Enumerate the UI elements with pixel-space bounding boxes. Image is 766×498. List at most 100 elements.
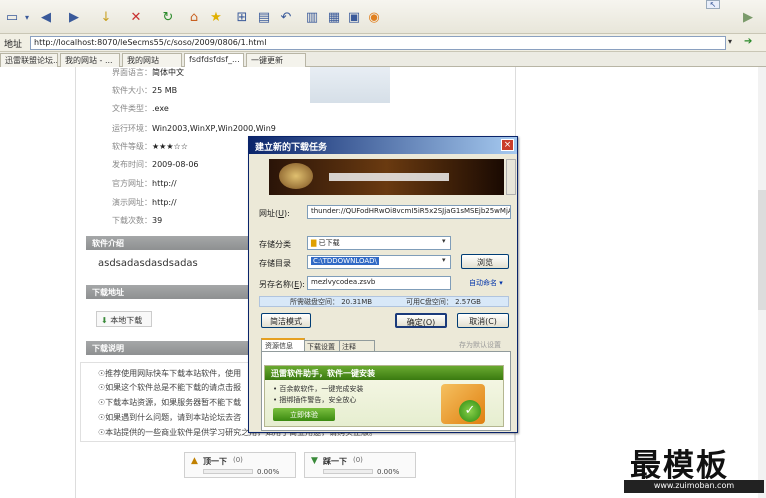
forward-icon[interactable]: ▶ bbox=[66, 8, 82, 27]
layout-icon[interactable]: ▦ bbox=[326, 8, 342, 27]
section-download-header: 下载地址 bbox=[86, 285, 256, 299]
vote-up-count: (0) bbox=[233, 456, 243, 464]
history-icon[interactable]: ⊞ bbox=[234, 8, 250, 27]
home-icon[interactable]: ⌂ bbox=[186, 8, 202, 27]
vote-down-percent: 0.00% bbox=[377, 468, 400, 476]
folder-icon: ▇ bbox=[311, 239, 317, 247]
refresh-icon[interactable]: ↻ bbox=[160, 8, 176, 27]
save-as-label: 另存名称(E): bbox=[259, 279, 305, 290]
set-default-link[interactable]: 存为默认设置 bbox=[459, 340, 501, 350]
tab-bar: 迅雷联盟论坛... 我的网站 - ... 我的网站 fsdfdsfdsf_...… bbox=[0, 52, 766, 67]
promo-item: • 捆绑插件警告，安全放心 bbox=[273, 396, 357, 404]
tab-1[interactable]: 迅雷联盟论坛... bbox=[0, 53, 58, 67]
info-row-site: 官方网址：http:// bbox=[112, 178, 177, 189]
save-as-input[interactable]: mezlvycodea.zsvb bbox=[307, 276, 451, 290]
save-as-label-text: 另存名称( bbox=[259, 280, 295, 289]
vote-up-box[interactable]: ▲ 顶一下 (0) 0.00% bbox=[184, 452, 296, 478]
info-value: 2009-08-06 bbox=[152, 160, 199, 169]
promo-panel: 迅雷软件助手，软件一键安装 • 百余款软件，一键完成安装 • 捆绑插件警告，安全… bbox=[264, 365, 504, 427]
info-label: 界面语言： bbox=[112, 68, 152, 77]
category-value: 已下载 bbox=[318, 239, 340, 247]
auto-name-link[interactable]: 自动命名 ▾ bbox=[469, 278, 503, 288]
software-thumbnail bbox=[310, 67, 390, 103]
category-label: 存储分类 bbox=[259, 240, 291, 249]
rss-icon[interactable]: ◉ bbox=[366, 8, 382, 27]
new-download-dialog: 建立新的下载任务 × 网址(U): thunder://QUFodHRwOi8v… bbox=[248, 136, 518, 433]
chevron-down-icon[interactable]: ▾ bbox=[442, 256, 446, 264]
simple-mode-button[interactable]: 简洁模式 bbox=[261, 313, 311, 328]
info-row-downloads: 下载次数：39 bbox=[112, 215, 162, 226]
tab-resource-info[interactable]: 资源信息 bbox=[261, 338, 305, 351]
page-icon[interactable]: ▭ bbox=[4, 8, 20, 27]
info-value: .exe bbox=[152, 104, 169, 113]
free-space: 可用C盘空间： 2.57GB bbox=[406, 298, 481, 306]
tab-4[interactable]: fsdfdsfdsf_... bbox=[184, 53, 244, 67]
cancel-button[interactable]: 取消(C) bbox=[457, 313, 509, 328]
tab-notes[interactable]: 注释（空） bbox=[339, 340, 375, 361]
browse-button[interactable]: 浏览 bbox=[461, 254, 509, 269]
chevron-down-icon: ▾ bbox=[499, 279, 503, 287]
back-icon[interactable]: ◀ bbox=[38, 8, 54, 27]
ad-banner[interactable] bbox=[269, 159, 504, 195]
tab-3[interactable]: 我的网站 bbox=[122, 53, 182, 67]
play-icon[interactable]: ▶ bbox=[740, 8, 756, 27]
url-text: http://localhost:8070/leSecms55/c/soso/2… bbox=[34, 38, 267, 47]
info-label: 文件类型： bbox=[112, 104, 152, 113]
chevron-down-icon[interactable]: ▾ bbox=[442, 237, 446, 245]
view-icon[interactable]: ▥ bbox=[304, 8, 320, 27]
banner-scrollbar[interactable] bbox=[506, 159, 516, 195]
close-icon[interactable]: × bbox=[501, 139, 514, 151]
info-label: 运行环境： bbox=[112, 124, 152, 133]
scrollbar-thumb[interactable] bbox=[758, 190, 766, 310]
local-download-button[interactable]: ⬇ 本地下载 bbox=[96, 311, 152, 327]
directory-value: C:\TDDOWNLOAD\ bbox=[311, 257, 379, 265]
chevron-down-icon[interactable]: ▾ bbox=[22, 8, 32, 27]
undo-icon[interactable]: ↶ bbox=[278, 8, 294, 27]
dialog-title: 建立新的下载任务 bbox=[249, 137, 517, 154]
go-icon[interactable]: ➔ bbox=[744, 36, 752, 47]
vote-up-label: 顶一下 bbox=[203, 457, 227, 466]
download-icon[interactable]: ↓ bbox=[98, 8, 114, 27]
info-link[interactable]: http:// bbox=[152, 179, 177, 188]
vote-down-label: 踩一下 bbox=[323, 457, 347, 466]
tab-5[interactable]: 一键更新 bbox=[246, 53, 306, 67]
category-select[interactable]: ▇ 已下载 bbox=[307, 236, 451, 250]
info-value: Win2003,WinXP,Win2000,Win9 bbox=[152, 124, 276, 133]
info-label: 演示网址： bbox=[112, 198, 152, 207]
tab-download-settings[interactable]: 下载设置 bbox=[304, 340, 340, 351]
intro-text: asdsadasdasdsadas bbox=[98, 258, 198, 269]
info-label: 下载次数： bbox=[112, 216, 152, 225]
note-item: ☉下载本站资源，如果服务器暂不能下载 bbox=[98, 398, 242, 407]
thumbs-up-icon: ▲ bbox=[191, 456, 198, 466]
url-input[interactable]: http://localhost:8070/leSecms55/c/soso/2… bbox=[30, 36, 726, 50]
restore-icon[interactable]: ↖ bbox=[706, 0, 720, 9]
directory-select[interactable]: C:\TDDOWNLOAD\ bbox=[307, 255, 451, 269]
vote-down-box[interactable]: ▼ 踩一下 (0) 0.00% bbox=[304, 452, 416, 478]
info-link[interactable]: http:// bbox=[152, 198, 177, 207]
tab-2[interactable]: 我的网站 - ... bbox=[60, 53, 120, 67]
vote-down-bar bbox=[323, 469, 373, 474]
info-row-env: 运行环境：Win2003,WinXP,Win2000,Win9 bbox=[112, 123, 276, 134]
info-row-lang: 界面语言：简体中文 bbox=[112, 67, 184, 78]
browser-toolbar: ▭ ▾ ◀ ▶ ↓ ✕ ↻ ⌂ ★ ⊞ ▤ ↶ ▥ ▦ ▣ ◉ ↖ ▶ bbox=[0, 0, 766, 34]
stop-icon[interactable]: ✕ bbox=[128, 8, 144, 27]
chevron-down-icon[interactable]: ▾ bbox=[728, 37, 732, 46]
address-label: 地址 bbox=[4, 40, 23, 50]
rating-stars: ★★★☆☆ bbox=[152, 142, 188, 151]
url-field[interactable]: thunder://QUFodHRwOi8vcmI5iR5x2SJjaG1sMS… bbox=[307, 205, 511, 219]
promo-item: • 百余款软件，一键完成安装 bbox=[273, 385, 364, 393]
info-label: 软件等级： bbox=[112, 142, 152, 151]
favorites-icon[interactable]: ★ bbox=[208, 8, 224, 27]
sidebar-icon[interactable]: ▣ bbox=[346, 8, 362, 27]
print-icon[interactable]: ▤ bbox=[256, 8, 272, 27]
thumbs-down-icon: ▼ bbox=[311, 456, 318, 466]
info-row-rating: 软件等级：★★★☆☆ bbox=[112, 141, 188, 152]
address-bar: 地址 http://localhost:8070/leSecms55/c/sos… bbox=[0, 34, 766, 52]
local-download-label: 本地下载 bbox=[110, 316, 143, 325]
try-now-button[interactable]: 立即体验 bbox=[273, 408, 335, 421]
ok-button[interactable]: 确定(O) bbox=[395, 313, 447, 328]
info-row-size: 软件大小：25 MB bbox=[112, 85, 177, 96]
url-label-text: 网址( bbox=[259, 209, 279, 218]
info-label: 官方网址： bbox=[112, 179, 152, 188]
info-label: 软件大小： bbox=[112, 86, 152, 95]
